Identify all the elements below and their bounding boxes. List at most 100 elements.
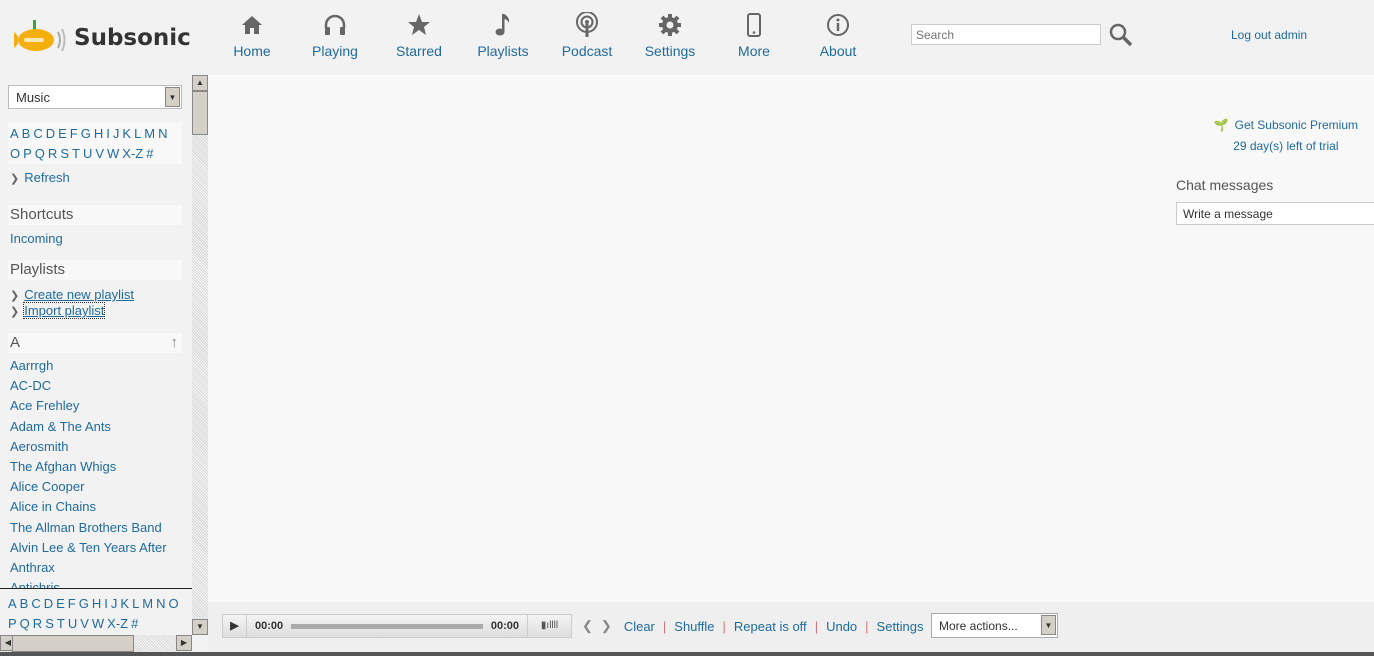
scroll-down-icon[interactable]: ▼: [192, 619, 208, 635]
artist-link[interactable]: Aarrrgh: [10, 358, 53, 373]
index-letter-link[interactable]: U: [83, 146, 92, 161]
nav-home[interactable]: Home: [210, 10, 294, 59]
index-letter-link[interactable]: I: [106, 126, 110, 141]
artist-link[interactable]: Adam & The Ants: [10, 419, 111, 434]
index-letter-link[interactable]: V: [80, 616, 89, 631]
index-letter-link[interactable]: N: [156, 596, 165, 611]
index-letter-link[interactable]: M: [144, 126, 155, 141]
search-icon[interactable]: [1109, 23, 1133, 50]
artist-link[interactable]: Alice Cooper: [10, 479, 84, 494]
index-letter-link[interactable]: E: [58, 126, 67, 141]
nav-more[interactable]: More: [712, 10, 796, 59]
index-letter-link[interactable]: K: [120, 596, 129, 611]
index-letter-link[interactable]: H: [92, 596, 101, 611]
nav-podcast[interactable]: Podcast: [545, 10, 629, 59]
index-letter-link[interactable]: W: [92, 616, 104, 631]
index-letter-link[interactable]: R: [33, 616, 42, 631]
index-letter-link[interactable]: T: [72, 146, 80, 161]
nav-playlists[interactable]: Playlists: [461, 10, 545, 59]
index-letter-link[interactable]: F: [68, 596, 76, 611]
index-letter-link[interactable]: A: [8, 596, 17, 611]
undo-button[interactable]: Undo: [826, 619, 857, 634]
index-letter-link[interactable]: L: [132, 596, 139, 611]
artist-link[interactable]: The Allman Brothers Band: [10, 520, 162, 535]
index-letter-link[interactable]: N: [158, 126, 167, 141]
artist-link[interactable]: Aerosmith: [10, 439, 69, 454]
more-actions-select[interactable]: More actions... ▼: [931, 613, 1058, 638]
scroll-thumb[interactable]: [12, 635, 134, 652]
nav-starred[interactable]: Starred: [377, 10, 461, 59]
create-playlist-link[interactable]: ❯ Create new playlist: [10, 287, 134, 302]
index-letter-link[interactable]: V: [95, 146, 104, 161]
chat-message-input[interactable]: Write a message: [1176, 202, 1374, 225]
index-letter-link[interactable]: O: [10, 146, 20, 161]
index-letter-link[interactable]: #: [131, 616, 138, 631]
index-letter-link[interactable]: S: [60, 146, 69, 161]
index-letter-link[interactable]: C: [31, 596, 40, 611]
index-letter-link[interactable]: #: [146, 146, 153, 161]
index-letter-link[interactable]: A: [10, 126, 19, 141]
create-playlist-label[interactable]: Create new playlist: [24, 287, 134, 302]
index-letter-link[interactable]: J: [111, 596, 118, 611]
index-letter-link[interactable]: E: [56, 596, 65, 611]
music-folder-select[interactable]: Music ▼: [8, 85, 182, 109]
sidebar-horizontal-scrollbar[interactable]: ◀ ▶: [0, 635, 192, 652]
shortcut-incoming[interactable]: Incoming: [10, 231, 63, 246]
repeat-button[interactable]: Repeat is off: [734, 619, 807, 634]
artist-link[interactable]: The Afghan Whigs: [10, 459, 116, 474]
index-letter-link[interactable]: J: [113, 126, 120, 141]
artist-link[interactable]: Ace Frehley: [10, 398, 79, 413]
index-letter-link[interactable]: D: [46, 126, 55, 141]
index-letter-link[interactable]: T: [57, 616, 65, 631]
index-letter-link[interactable]: L: [134, 126, 141, 141]
sidebar-vertical-scrollbar[interactable]: ▲ ▼: [192, 75, 208, 635]
index-letter-link[interactable]: D: [44, 596, 53, 611]
index-letter-link[interactable]: B: [20, 596, 29, 611]
progress-slider[interactable]: [291, 623, 483, 629]
index-letter-link[interactable]: P: [8, 616, 17, 631]
artist-link[interactable]: Antichris: [10, 580, 60, 588]
index-letter-link[interactable]: W: [107, 146, 119, 161]
index-letter-link[interactable]: H: [94, 126, 103, 141]
index-letter-link[interactable]: X-Z: [122, 146, 143, 161]
settings-button[interactable]: Settings: [877, 619, 924, 634]
clear-button[interactable]: Clear: [624, 619, 655, 634]
logo[interactable]: Subsonic: [14, 18, 191, 58]
index-letter-link[interactable]: C: [33, 126, 42, 141]
import-playlist-link[interactable]: ❯ Import playlist: [10, 302, 106, 319]
index-letter-link[interactable]: M: [142, 596, 153, 611]
scroll-up-icon[interactable]: ▲: [192, 75, 208, 91]
play-icon[interactable]: ▶: [223, 615, 247, 637]
search-input[interactable]: [911, 24, 1101, 45]
artist-link[interactable]: Anthrax: [10, 560, 55, 575]
volume-icon[interactable]: ▮ıllll: [527, 615, 571, 637]
index-letter-link[interactable]: R: [48, 146, 57, 161]
chevron-down-icon[interactable]: ▼: [1041, 615, 1056, 635]
index-letter-link[interactable]: F: [70, 126, 78, 141]
index-letter-link[interactable]: P: [23, 146, 32, 161]
artist-link[interactable]: AC-DC: [10, 378, 51, 393]
index-letter-link[interactable]: O: [169, 596, 179, 611]
index-letter-link[interactable]: Q: [35, 146, 45, 161]
import-playlist-label[interactable]: Import playlist: [23, 302, 106, 319]
logout-link[interactable]: Log out admin: [1231, 28, 1307, 42]
index-letter-link[interactable]: I: [104, 596, 108, 611]
index-letter-link[interactable]: S: [45, 616, 54, 631]
scroll-right-icon[interactable]: ▶: [176, 635, 192, 651]
index-letter-link[interactable]: B: [22, 126, 31, 141]
nav-playing[interactable]: Playing: [293, 10, 377, 59]
chevron-left-icon[interactable]: ❮: [582, 618, 593, 634]
index-letter-link[interactable]: Q: [20, 616, 30, 631]
arrow-up-icon[interactable]: ↑: [171, 334, 179, 351]
index-letter-link[interactable]: G: [81, 126, 91, 141]
get-premium-link[interactable]: Get Subsonic Premium: [1235, 118, 1358, 132]
refresh-link[interactable]: ❯ Refresh: [10, 170, 70, 185]
index-letter-link[interactable]: G: [79, 596, 89, 611]
artist-link[interactable]: Alice in Chains: [10, 499, 96, 514]
artist-link[interactable]: Alvin Lee & Ten Years After: [10, 540, 167, 555]
index-letter-link[interactable]: K: [122, 126, 131, 141]
scroll-thumb[interactable]: [192, 91, 208, 135]
trial-remaining-link[interactable]: 29 day(s) left of trial: [1233, 139, 1338, 153]
chevron-down-icon[interactable]: ▼: [165, 87, 180, 107]
index-letter-link[interactable]: U: [68, 616, 77, 631]
